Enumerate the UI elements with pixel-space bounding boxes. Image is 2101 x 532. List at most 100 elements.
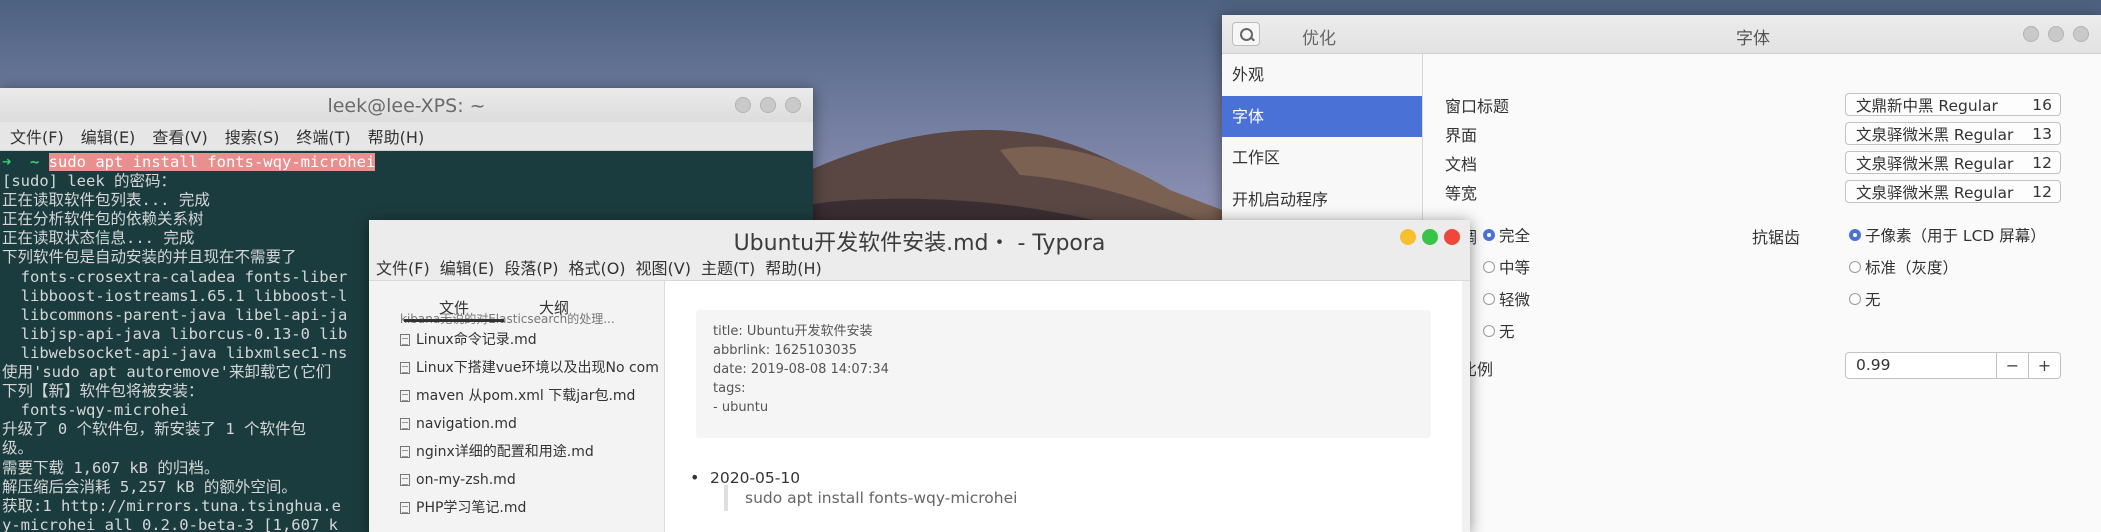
radio-label: 完全 [1499,227,1531,245]
search-icon[interactable] [1232,22,1260,46]
yaml-front-matter[interactable]: title: Ubuntu开发软件安装 abbrlink: 1625103035… [696,310,1431,438]
radio-label: 无 [1865,291,1881,309]
radio-dot [1483,229,1495,241]
file-item[interactable]: PHP学习笔记.md [400,494,658,522]
tweaks-headerbar[interactable]: 优化 字体 [1222,15,2101,54]
tab-outline[interactable]: 大纲 [504,281,604,326]
radio-label: 中等 [1499,259,1531,277]
radio-label: 标准（灰度） [1865,259,1959,277]
command-text: sudo apt install fonts-wqy-microhei [48,153,376,171]
radio-dot [1483,325,1495,337]
sidebar-item-workspaces[interactable]: 工作区 [1222,137,1422,179]
file-name: nginx详细的配置和用途.md [416,444,594,460]
page-title: 字体 [1736,29,1770,49]
close-button[interactable] [2073,26,2089,42]
antialias-standard-radio[interactable]: 标准（灰度） [1849,256,1958,278]
close-button[interactable] [785,97,801,113]
file-item[interactable]: Linux下搭建vue环境以及出现No comm [400,354,658,382]
close-button[interactable] [1444,229,1460,245]
hinting-medium-radio[interactable]: 中等 [1483,256,1530,278]
menu-paragraph[interactable]: 段落(P) [504,255,558,279]
menu-format[interactable]: 格式(O) [568,255,625,279]
typora-window[interactable]: Ubuntu开发软件安装.md・ - Typora 文件(F) 编辑(E) 段落… [369,220,1470,532]
hinting-full-radio[interactable]: 完全 [1483,224,1530,246]
hinting-none-radio[interactable]: 无 [1483,320,1515,342]
menu-view[interactable]: 视图(V) [636,255,691,279]
font-size: 13 [2032,124,2052,143]
menu-terminal[interactable]: 终端(T) [296,124,350,148]
radio-dot [1483,261,1495,273]
radio-label: 无 [1499,323,1515,341]
window-title-font-button[interactable]: 文鼎新中黑 Regular 16 [1845,93,2061,116]
font-size: 16 [2032,95,2052,114]
maximize-button[interactable] [2048,26,2064,42]
fonts-panel: 窗口标题 文鼎新中黑 Regular 16 界面 文泉驿微米黑 Regular 13… [1423,54,2101,532]
radio-dot [1483,293,1495,305]
file-name: Linux下搭建vue环境以及出现No comm [416,360,658,376]
font-name: 文鼎新中黑 Regular [1856,96,1998,115]
menu-edit[interactable]: 编辑(E) [81,124,136,148]
document-font-button[interactable]: 文泉驿微米黑 Regular 12 [1845,151,2061,174]
scale-value[interactable]: 0.99 [1846,353,1996,378]
file-item[interactable]: nginx详细的配置和用途.md [400,438,658,466]
menu-help[interactable]: 帮助(H) [368,124,425,148]
file-item[interactable]: on-my-zsh.md [400,466,658,494]
file-item[interactable]: Linux命令记录.md [400,326,658,354]
antialias-subpixel-radio[interactable]: 子像素（用于 LCD 屏幕） [1849,224,2046,246]
file-item[interactable]: maven 从pom.xml 下载jar包.md [400,382,658,410]
hinting-slight-radio[interactable]: 轻微 [1483,288,1530,310]
maximize-button[interactable] [1422,229,1438,245]
menu-search[interactable]: 搜索(S) [225,124,280,148]
antialias-label: 抗锯齿 [1752,228,1801,247]
radio-dot [1849,293,1861,305]
output-line: 正在读取软件包列表... 完成 [2,191,210,210]
scale-spinbutton[interactable]: 0.99 − + [1845,352,2061,379]
decrease-button[interactable]: − [1996,353,2028,378]
terminal-titlebar[interactable]: leek@lee-XPS: ~ [0,88,813,122]
file-sidebar: 文件 大纲 kibana无说的对Elasticsearch的处理... Linu… [369,281,665,532]
window-title-font-label: 窗口标题 [1445,97,1510,116]
radio-dot [1849,229,1861,241]
increase-button[interactable]: + [2028,353,2060,378]
file-name: PHP学习笔记.md [416,500,527,516]
file-name: maven 从pom.xml 下载jar包.md [416,388,636,404]
font-name: 文泉驿微米黑 Regular [1856,125,2014,144]
file-name: on-my-zsh.md [416,472,516,488]
antialias-none-radio[interactable]: 无 [1849,288,1881,310]
file-item[interactable]: navigation.md [400,410,658,438]
font-size: 12 [2032,182,2052,201]
menu-file[interactable]: 文件(F) [10,124,64,148]
prompt: ➜ ~ [2,153,49,171]
font-name: 文泉驿微米黑 Regular [1856,183,2014,202]
minimize-button[interactable] [2023,26,2039,42]
menu-view[interactable]: 查看(V) [152,124,207,148]
sidebar-item-appearance[interactable]: 外观 [1222,54,1422,96]
file-icon [400,446,410,458]
minimize-button[interactable] [1400,229,1416,245]
typora-menubar: 文件(F) 编辑(E) 段落(P) 格式(O) 视图(V) 主题(T) 帮助(H… [369,254,1470,281]
menu-theme[interactable]: 主题(T) [701,255,755,279]
blockquote[interactable]: sudo apt install fonts-wqy-microhei [724,485,1017,511]
editor-scrollbar[interactable] [1462,281,1470,532]
typora-titlebar[interactable]: Ubuntu开发软件安装.md・ - Typora [369,220,1470,256]
tab-files[interactable]: 文件 [404,281,504,326]
file-icon [400,502,410,514]
markdown-editor[interactable]: title: Ubuntu开发软件安装 abbrlink: 1625103035… [665,281,1470,532]
output-line: [sudo] leek 的密码： [2,172,176,191]
sidebar-item-fonts[interactable]: 字体 [1222,95,1422,137]
maximize-button[interactable] [760,97,776,113]
document-font-label: 文档 [1445,155,1478,174]
radio-dot [1849,261,1861,273]
minimize-button[interactable] [735,97,751,113]
radio-label: 子像素（用于 LCD 屏幕） [1865,227,2046,245]
monospace-font-button[interactable]: 文泉驿微米黑 Regular 12 [1845,180,2061,203]
menu-help[interactable]: 帮助(H) [765,255,822,279]
sidebar-item-startup[interactable]: 开机启动程序 [1222,179,1422,221]
menu-edit[interactable]: 编辑(E) [440,255,495,279]
font-name: 文泉驿微米黑 Regular [1856,154,2014,173]
menu-file[interactable]: 文件(F) [376,255,430,279]
file-icon [400,334,410,346]
file-icon [400,418,410,430]
file-name: navigation.md [416,416,517,432]
interface-font-button[interactable]: 文泉驿微米黑 Regular 13 [1845,122,2061,145]
